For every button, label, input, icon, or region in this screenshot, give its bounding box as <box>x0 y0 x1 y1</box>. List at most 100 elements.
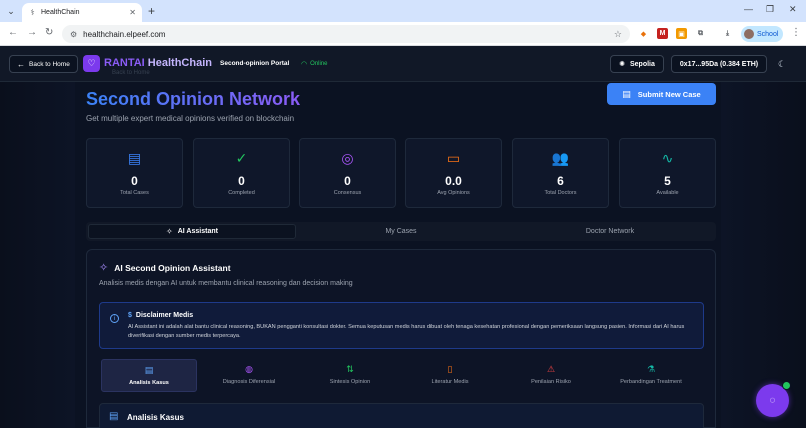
stat-card-available: ∿ 5 Available <box>619 138 716 208</box>
stat-card-avg-opinions: ▭ 0.0 Avg Opinions <box>405 138 502 208</box>
tab-close-icon[interactable]: ✕ <box>129 8 136 17</box>
tab-label: My Cases <box>385 228 417 235</box>
analisis-kasus-card: ▤ Analisis Kasus <box>99 403 704 428</box>
brand-part1: RANTAI <box>104 57 145 69</box>
ghost-text: Back to Home <box>112 70 150 76</box>
alert-triangle-icon: ⚠ <box>546 364 556 374</box>
bookmark-star-icon[interactable]: ☆ <box>614 29 622 40</box>
disclaimer-title: $ Disclaimer Medis <box>128 312 193 319</box>
tab-my-cases[interactable]: My Cases <box>297 224 505 239</box>
tab-ai-assistant[interactable]: ✧ AI Assistant <box>88 224 296 239</box>
stat-card-consensus: ◎ 0 Consensus <box>299 138 396 208</box>
panel-subtitle: Analisis medis dengan AI untuk membantu … <box>99 280 353 287</box>
dollar-icon: $ <box>128 312 132 319</box>
feature-tab-penilaian-risiko[interactable]: ⚠ Penilaian Risiko <box>503 359 599 392</box>
stat-label: Consensus <box>333 190 362 196</box>
browser-menu-icon[interactable]: ⋮ <box>791 27 801 38</box>
tab-favicon-icon: ⚕ <box>30 8 35 17</box>
wallet-label: 0x17...95Da (0.384 ETH) <box>679 60 759 68</box>
disclaimer-body: AI Assistant ini adalah alat bantu clini… <box>128 324 685 340</box>
maximize-icon[interactable]: ❐ <box>766 4 774 15</box>
document-icon: ▤ <box>622 88 631 99</box>
app-header: ← Back to Home ♡ RANTAI HealthChain Back… <box>0 46 806 82</box>
activity-icon: ∿ <box>661 150 674 166</box>
flask-icon: ⚗ <box>646 364 656 374</box>
feature-tab-perbandingan-treatment[interactable]: ⚗ Perbandingan Treatment <box>603 359 699 392</box>
online-status: ◠ Online <box>301 60 327 68</box>
panel-title: ✧ AI Second Opinion Assistant <box>99 261 231 274</box>
feature-label: Analisis Kasus <box>129 380 169 386</box>
section-title: Analisis Kasus <box>127 413 184 422</box>
extensions-puzzle-icon[interactable]: ⧉ <box>695 28 706 39</box>
feature-tab-literatur-medis[interactable]: ▯ Literatur Medis <box>402 359 498 392</box>
profile-chip[interactable]: School <box>741 26 783 42</box>
feature-label: Penilaian Risiko <box>531 379 571 385</box>
back-to-home-button[interactable]: ← Back to Home <box>9 55 78 73</box>
ai-assistant-panel: ✧ AI Second Opinion Assistant Analisis m… <box>86 249 716 428</box>
target-icon: ◎ <box>341 150 354 166</box>
stat-value: 0 <box>344 174 351 188</box>
info-icon: i <box>110 314 119 323</box>
stat-label: Completed <box>228 190 255 196</box>
forward-arrow-icon[interactable]: → <box>27 27 37 38</box>
tab-label: Doctor Network <box>585 228 635 235</box>
feature-tab-analisis-kasus[interactable]: ▤ Analisis Kasus <box>101 359 197 392</box>
feature-tab-diagnosis-diferensial[interactable]: ◍ Diagnosis Diferensial <box>201 359 297 392</box>
profile-avatar <box>744 29 754 39</box>
portal-label: Second-opinion Portal <box>220 60 290 67</box>
stat-card-total-doctors: 👥 6 Total Doctors <box>512 138 609 208</box>
minimize-icon[interactable]: — <box>744 4 753 14</box>
wallet-button[interactable]: 0x17...95Da (0.384 ETH) <box>671 55 767 73</box>
file-text-icon: ▤ <box>144 365 154 375</box>
disclaimer-box: i $ Disclaimer Medis AI Assistant ini ad… <box>99 302 704 349</box>
stat-value: 6 <box>557 174 564 188</box>
tab-doctor-network[interactable]: Doctor Network <box>506 224 714 239</box>
extension-m-icon[interactable]: M <box>657 28 668 39</box>
page-content: Second Opinion Network Get multiple expe… <box>0 82 806 428</box>
tab-label: AI Assistant <box>177 228 218 235</box>
feature-tab-sintesis-opinion[interactable]: ⇅ Sintesis Opinion <box>302 359 398 392</box>
submit-new-case-button[interactable]: ▤ Submit New Case <box>607 83 716 105</box>
stat-label: Available <box>656 190 679 196</box>
stat-value: 0 <box>131 174 138 188</box>
brand-title: RANTAI HealthChain <box>104 57 212 69</box>
stat-label: Total Cases <box>120 190 149 196</box>
brand-part2: HealthChain <box>147 57 212 69</box>
brain-icon: ◍ <box>245 364 253 374</box>
heart-logo-icon: ♡ <box>83 55 100 72</box>
network-button[interactable]: ✺ Sepolia <box>610 55 664 73</box>
feature-label: Sintesis Opinion <box>329 379 371 385</box>
stat-label: Avg Opinions <box>437 190 470 196</box>
tab-search-icon[interactable]: ⌄ <box>4 4 18 18</box>
browser-toolbar: ← → ↻ ⚙ healthchain.elpeef.com ☆ ◆ M ▣ ⧉… <box>0 22 806 46</box>
network-label: Sepolia <box>629 60 655 68</box>
stat-value: 0 <box>238 174 245 188</box>
feature-label: Literatur Medis <box>431 379 469 385</box>
browser-tabstrip: ⌄ ⚕ HealthChain ✕ + — ❐ ✕ <box>0 0 806 22</box>
back-arrow-icon[interactable]: ← <box>8 27 18 38</box>
users-icon: 👥 <box>551 150 570 166</box>
online-label: Online <box>310 61 328 67</box>
sparkles-icon: ✧ <box>99 262 109 274</box>
back-to-home-label: Back to Home <box>29 60 70 68</box>
new-tab-icon[interactable]: + <box>148 4 155 18</box>
network-sun-icon: ✺ <box>619 61 625 68</box>
panel-title-text: AI Second Opinion Assistant <box>114 262 231 273</box>
submit-new-case-label: Submit New Case <box>637 89 701 99</box>
extension-metamask-icon[interactable]: ◆ <box>638 28 649 39</box>
download-icon[interactable]: ⤓ <box>722 28 733 39</box>
extension-orange-icon[interactable]: ▣ <box>676 28 687 39</box>
file-text-icon: ▤ <box>109 411 119 422</box>
check-circle-icon: ✓ <box>235 150 248 166</box>
tab-title: HealthChain <box>41 9 80 16</box>
arrow-left-icon: ← <box>17 59 25 69</box>
reload-icon[interactable]: ↻ <box>45 27 53 38</box>
book-icon: ▯ <box>447 364 453 374</box>
browser-tab[interactable]: ⚕ HealthChain ✕ <box>22 3 142 22</box>
address-bar[interactable]: ⚙ healthchain.elpeef.com ☆ <box>62 25 630 43</box>
document-icon: ▤ <box>127 150 142 166</box>
page-subtitle: Get multiple expert medical opinions ver… <box>86 114 295 123</box>
site-info-icon[interactable]: ⚙ <box>70 30 77 39</box>
theme-toggle-moon-icon[interactable]: ☾ <box>778 59 786 70</box>
close-window-icon[interactable]: ✕ <box>789 4 797 15</box>
